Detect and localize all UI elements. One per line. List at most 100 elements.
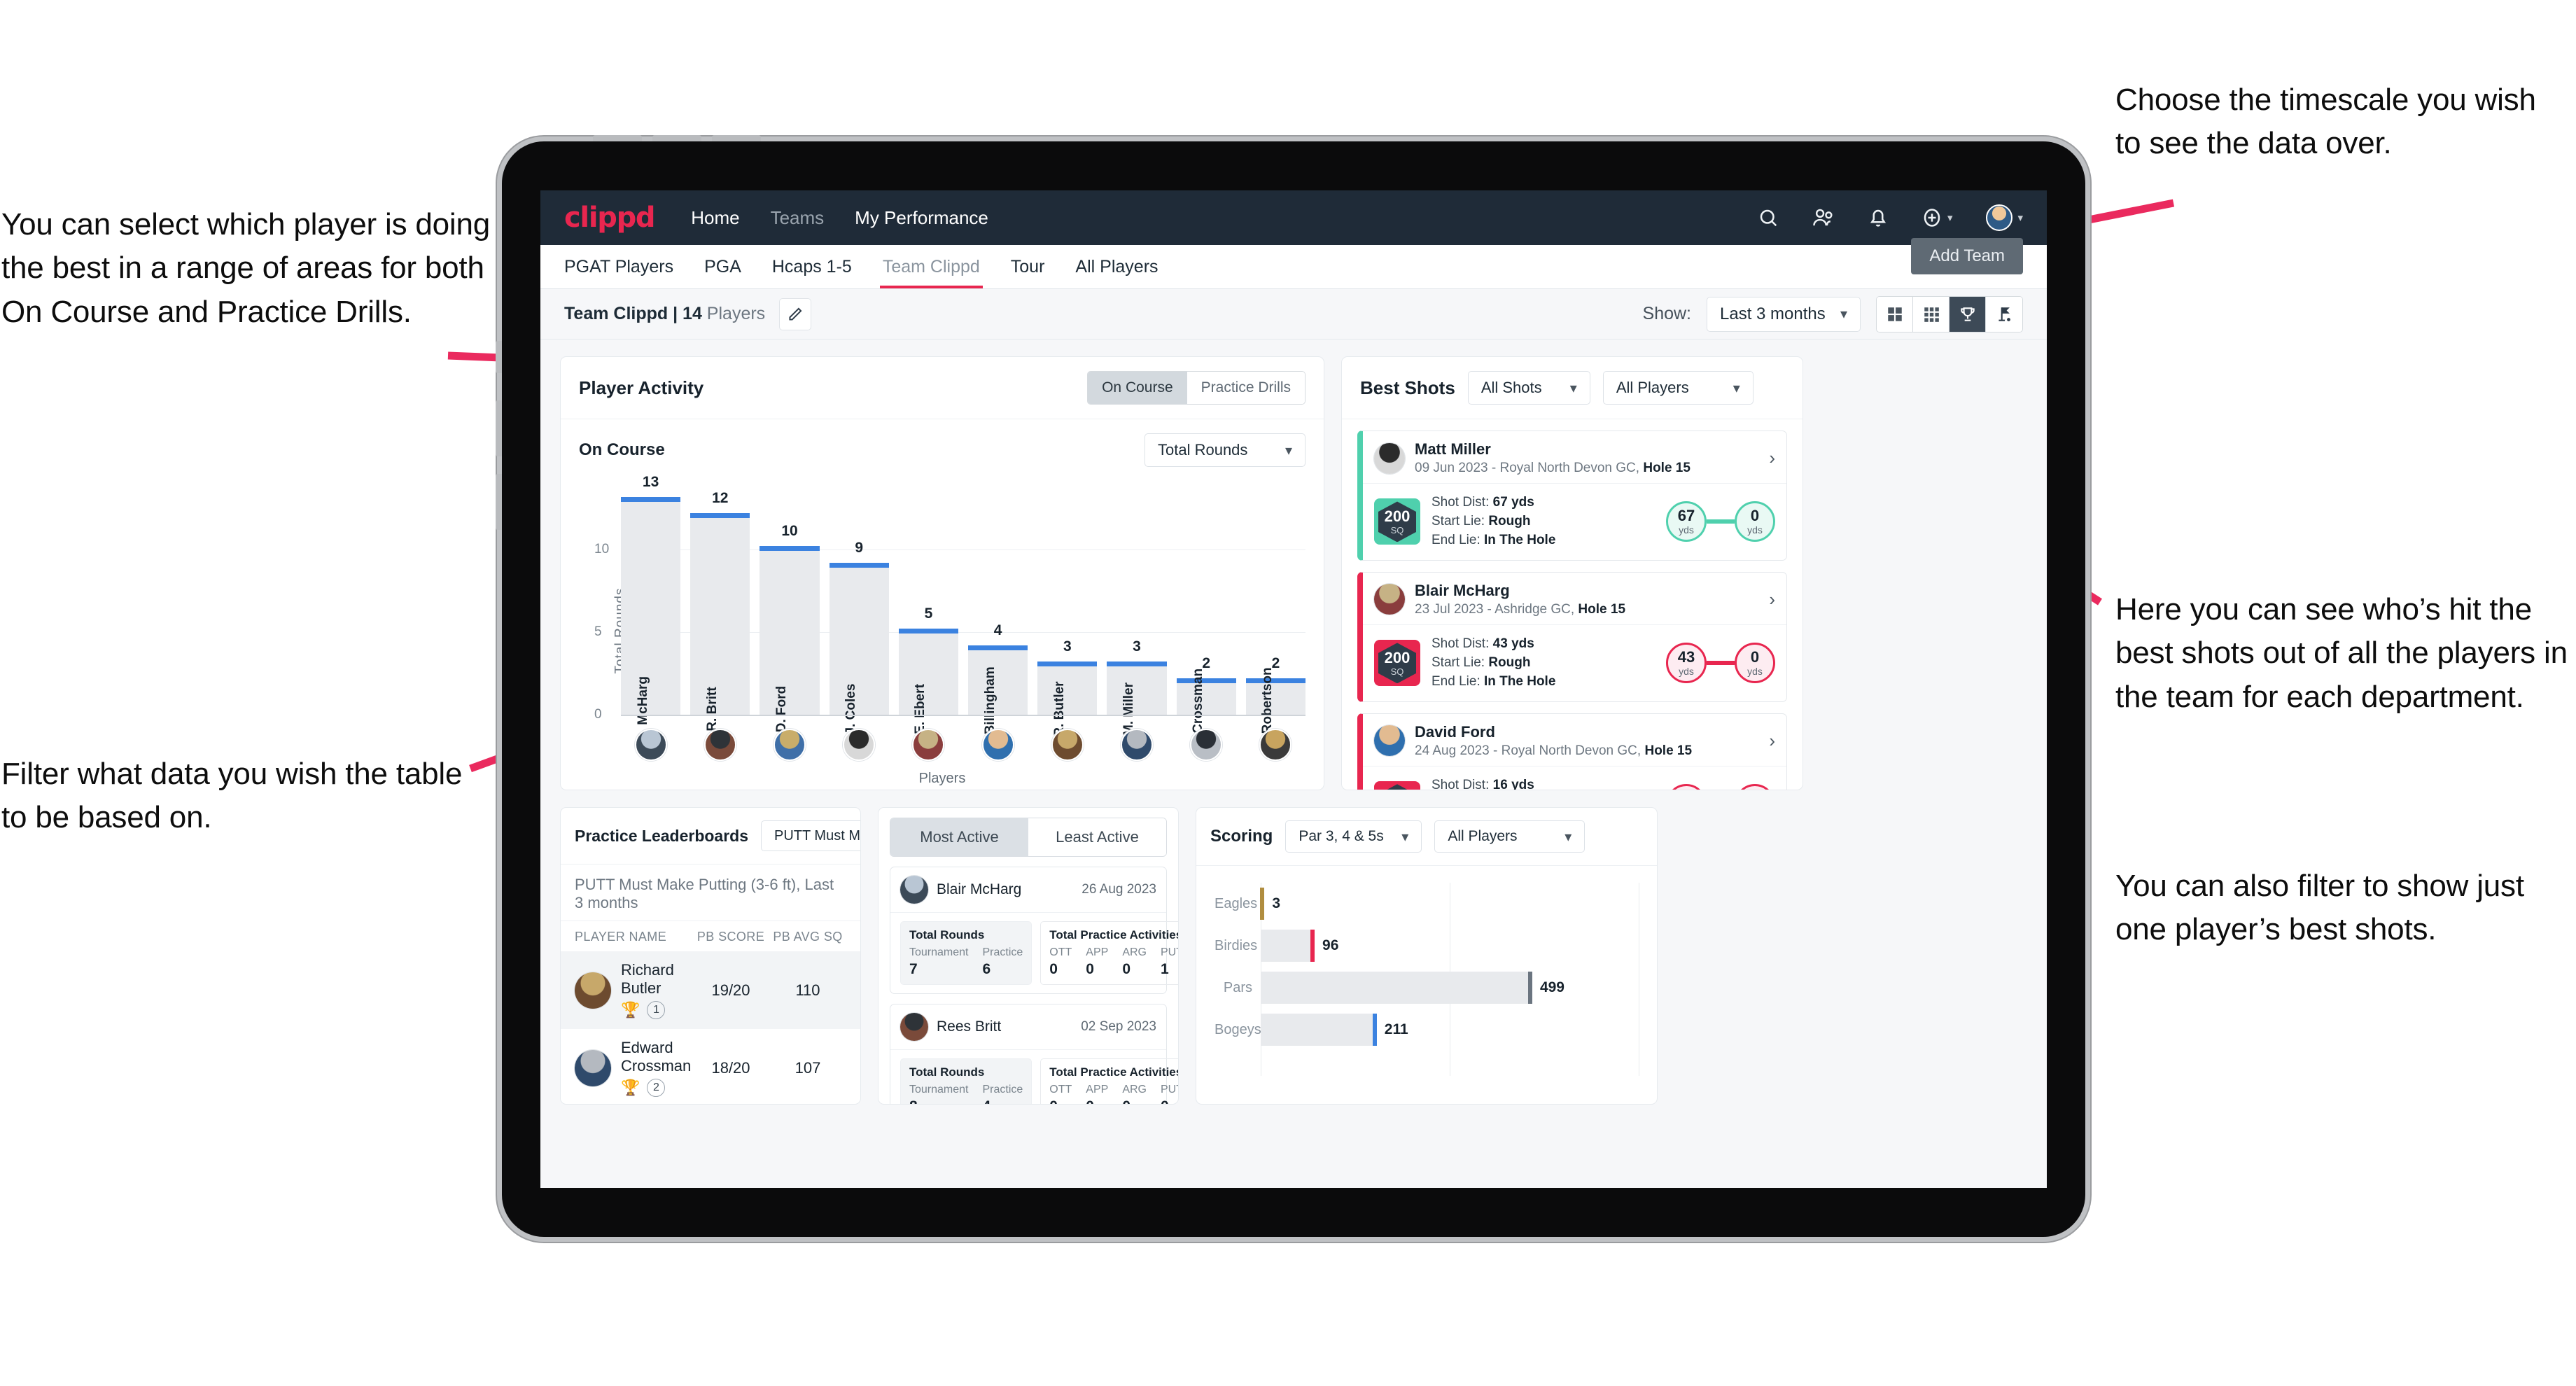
view-grid-large-button[interactable] (1877, 296, 1913, 332)
chart-bar-column[interactable]: 3 R. Butler (1037, 484, 1098, 737)
clippd-logo[interactable]: clippd (564, 202, 656, 234)
leaderboard-player: Richard Butler 🏆 1 (575, 961, 692, 1019)
chart-bar-column[interactable]: 5 E. Ebert (898, 484, 959, 734)
toggle-practice-drills[interactable]: Practice Drills (1186, 372, 1305, 404)
chevron-right-icon[interactable]: › (1769, 447, 1775, 469)
end-lie-value: In The Hole (1484, 532, 1556, 547)
shot-distance-diagram: 43 yds 0 yds (1666, 643, 1775, 684)
practice-activities-box: Total Practice ActivitiesOTT0APP0ARG0PUT… (1040, 1058, 1178, 1104)
best-shot-body: 200 SQ Shot Dist: 43 yds Start Lie: Rough En… (1363, 625, 1786, 701)
chart-avatar-slot[interactable] (899, 729, 958, 761)
chevron-right-icon[interactable]: › (1769, 589, 1775, 610)
chart-avatar-slot[interactable] (830, 729, 889, 761)
chart-avatar-slot[interactable] (690, 729, 750, 761)
shot-details: Shot Dist: 16 ydsStart Lie: RoughEnd Lie… (1432, 776, 1555, 790)
chart-avatar-slot[interactable] (1037, 729, 1097, 761)
annotation-right-middle: Here you can see who’s hit the best shot… (2115, 592, 2568, 714)
scoring-row[interactable]: Birdies 96 (1214, 925, 1639, 967)
rounds-metric-value: 4 (983, 1098, 1023, 1104)
avatar-menu[interactable]: ▾ (1986, 204, 2023, 231)
leaderboard-rows: Richard Butler 🏆 1 19/20 110 Edward Crossman 🏆… (561, 951, 860, 1104)
scoring-par-filter[interactable]: Par 3, 4 & 5s ▾ (1285, 820, 1422, 853)
practice-activities-values: OTT 0 APP 0 ARG 0 PUTT 0 (1049, 1084, 1178, 1104)
chart-y-tick: 0 (594, 707, 602, 722)
chart-avatar-slot[interactable] (621, 729, 680, 761)
leaderboard-pb-avg-sq: 110 (795, 981, 820, 999)
tab-pga[interactable]: PGA (704, 257, 741, 288)
timescale-select[interactable]: Last 3 months ▾ (1707, 296, 1861, 332)
table-row[interactable]: Richard Butler 🏆 1 19/20 110 (561, 951, 860, 1029)
chart-bar-column[interactable]: 2 E. Crossman (1176, 484, 1236, 750)
scoring-par-filter-value: Par 3, 4 & 5s (1298, 828, 1384, 844)
player-activity-card: Player Activity On Course Practice Drill… (560, 356, 1324, 790)
nav-link-my-performance[interactable]: My Performance (855, 207, 988, 229)
scoring-row[interactable]: Pars 499 (1214, 967, 1639, 1009)
device-button-4 (496, 341, 502, 373)
chart-bar-column[interactable]: 12 R. Britt (690, 484, 750, 732)
activity-feed-item[interactable]: Blair McHarg 26 Aug 2023 Total Rounds Tourn… (890, 867, 1178, 994)
add-team-button[interactable]: Add Team (1911, 238, 2023, 274)
distance-end-node: 0yds (1735, 643, 1775, 684)
bell-icon[interactable] (1868, 207, 1888, 228)
chart-avatar-slot[interactable] (760, 729, 819, 761)
drill-select[interactable]: PUTT Must Make Putting ... ▾ (761, 820, 860, 851)
chart-bar-column[interactable]: 13 B. McHarg (621, 474, 681, 742)
activity-mode-toggle: On Course Practice Drills (1087, 371, 1306, 405)
tab-least-active[interactable]: Least Active (1028, 818, 1166, 856)
rounds-metric-label: Tournament (909, 1084, 969, 1096)
best-shots-player-filter[interactable]: All Players ▾ (1602, 371, 1754, 405)
scoring-bar (1261, 972, 1530, 1004)
best-shot-item[interactable]: Blair McHarg 23 Jul 2023 - Ashridge GC, H… (1357, 571, 1787, 702)
nav-link-home[interactable]: Home (691, 207, 739, 229)
team-title: Team Clippd | 14 Players (564, 304, 765, 324)
activity-player-name: Rees Britt (937, 1018, 1002, 1035)
tab-most-active[interactable]: Most Active (890, 818, 1028, 856)
edit-team-button[interactable] (779, 298, 812, 330)
activity-metric-select[interactable]: Total Rounds ▾ (1144, 433, 1306, 467)
tab-pgat-players[interactable]: PGAT Players (564, 257, 673, 288)
nav-link-teams[interactable]: Teams (771, 207, 825, 229)
chevron-down-icon-par: ▾ (1401, 829, 1409, 845)
view-flag-button[interactable] (1986, 296, 2022, 332)
activity-feed-item[interactable]: Rees Britt 02 Sep 2023 Total Rounds Tournam… (890, 1004, 1178, 1104)
people-icon[interactable] (1812, 207, 1835, 228)
grid-large-icon (1887, 307, 1902, 321)
chart-bar-label: E. Ebert (913, 684, 928, 734)
player-avatar (1190, 729, 1223, 761)
scoring-row[interactable]: Bogeys 211 (1214, 1009, 1639, 1051)
chart-avatar-slot[interactable] (1177, 729, 1236, 761)
chart-avatar-slot[interactable] (1107, 729, 1166, 761)
view-grid-small-button[interactable] (1913, 296, 1949, 332)
chevron-right-icon[interactable]: › (1769, 730, 1775, 752)
best-shots-shot-filter[interactable]: All Shots ▾ (1467, 371, 1590, 405)
chart-bar-column[interactable]: 9 J. Coles (829, 484, 889, 734)
tab-hcaps-1-5[interactable]: Hcaps 1-5 (772, 257, 852, 288)
view-trophy-button[interactable] (1949, 296, 1986, 332)
scoring-player-filter[interactable]: All Players ▾ (1434, 820, 1586, 853)
chart-bar-column[interactable]: 10 D. Ford (760, 484, 820, 732)
annotation-left-top: You can select which player is doing the… (1, 207, 491, 329)
best-shot-item[interactable]: David Ford 24 Aug 2023 - Royal North Devo… (1357, 713, 1787, 790)
tab-tour[interactable]: Tour (1011, 257, 1045, 288)
best-shots-header: Best Shots All Shots ▾ All Players ▾ (1342, 357, 1802, 419)
scoring-bar-cap (1372, 1014, 1377, 1046)
tab-team-clippd[interactable]: Team Clippd (879, 257, 983, 288)
search-icon[interactable] (1758, 207, 1779, 228)
best-shot-meta: 23 Jul 2023 - Ashridge GC, Hole 15 (1415, 602, 1625, 617)
chart-avatar-slot[interactable] (1246, 729, 1306, 761)
player-activity-title: Player Activity (579, 377, 704, 398)
toggle-on-course[interactable]: On Course (1088, 372, 1187, 404)
chart-avatar-slot[interactable] (968, 729, 1028, 761)
chart-bar-column[interactable]: 2 C. Robertson (1245, 484, 1306, 751)
scoring-player-filter-value: All Players (1448, 828, 1518, 844)
distance-start-node: 16yds (1666, 784, 1707, 790)
chart-bar-column[interactable]: 4 D. Billingham (968, 484, 1028, 752)
player-avatar (1051, 729, 1084, 761)
tab-all-players[interactable]: All Players (1075, 257, 1158, 288)
chart-bar-column[interactable]: 3 M. Miller (1107, 484, 1167, 736)
table-row[interactable]: Edward Crossman 🏆 2 18/20 107 (561, 1029, 860, 1104)
scoring-card: Scoring Par 3, 4 & 5s ▾ All Players ▾ Ea… (1196, 807, 1658, 1105)
scoring-row[interactable]: Eagles 3 (1214, 883, 1639, 925)
best-shot-item[interactable]: Matt Miller 09 Jun 2023 - Royal North Dev… (1357, 430, 1787, 561)
plus-circle-icon[interactable]: ▾ (1921, 207, 1952, 228)
